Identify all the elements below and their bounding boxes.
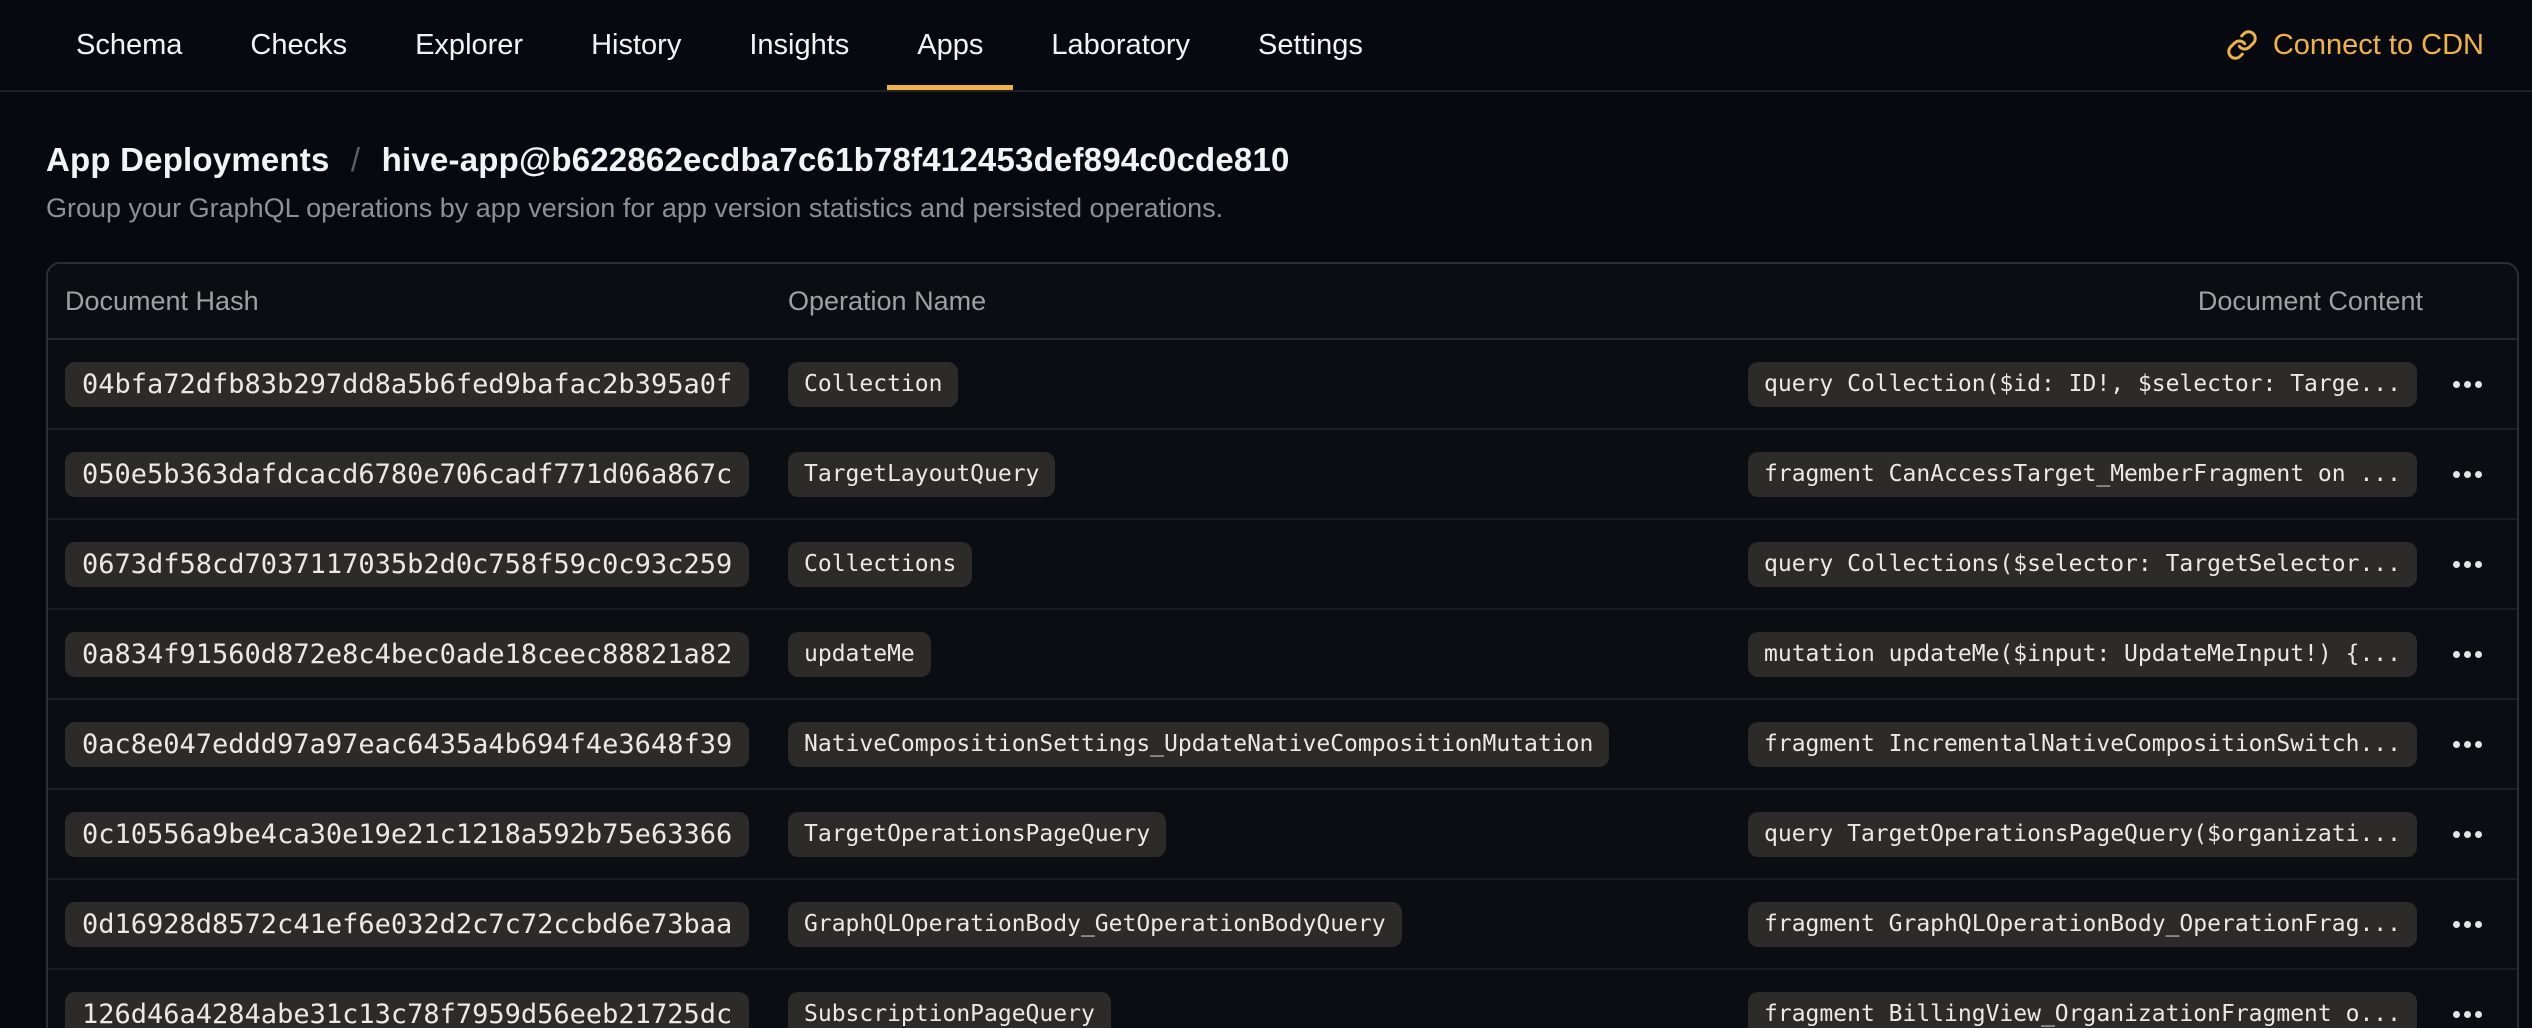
document-content-pill: fragment IncrementalNativeCompositionSwi… <box>1748 722 2417 767</box>
document-hash-cell: 0d16928d8572c41ef6e032d2c7c72ccbd6e73baa <box>65 902 788 947</box>
document-content-pill: query Collection($id: ID!, $selector: Ta… <box>1748 362 2417 407</box>
document-content-pill: fragment CanAccessTarget_MemberFragment … <box>1748 452 2417 497</box>
table-row: 126d46a4284abe31c13c78f7959d56eeb21725dc… <box>48 970 2517 1028</box>
row-actions-button[interactable] <box>2417 700 2517 788</box>
operation-name-pill: Collections <box>788 542 972 587</box>
operation-name-cell: GraphQLOperationBody_GetOperationBodyQue… <box>788 902 1748 947</box>
connect-to-cdn-link[interactable]: Connect to CDN <box>2226 0 2484 90</box>
table-row: 0d16928d8572c41ef6e032d2c7c72ccbd6e73baa… <box>48 880 2517 970</box>
table-row: 050e5b363dafdcacd6780e706cadf771d06a867c… <box>48 430 2517 520</box>
column-header-document-hash: Document Hash <box>65 286 788 317</box>
document-content-cell: fragment BillingView_OrganizationFragmen… <box>1748 992 2417 1028</box>
document-content-cell: query Collections($selector: TargetSelec… <box>1748 542 2417 587</box>
tab-insights[interactable]: Insights <box>719 0 879 90</box>
ellipsis-icon <box>2453 831 2482 838</box>
breadcrumb-separator: / <box>351 141 360 178</box>
operation-name-pill: GraphQLOperationBody_GetOperationBodyQue… <box>788 902 1402 947</box>
document-content-pill: fragment GraphQLOperationBody_OperationF… <box>1748 902 2417 947</box>
operation-name-cell: TargetLayoutQuery <box>788 452 1748 497</box>
document-content-cell: query TargetOperationsPageQuery($organiz… <box>1748 812 2417 857</box>
operation-name-pill: NativeCompositionSettings_UpdateNativeCo… <box>788 722 1609 767</box>
document-hash-cell: 050e5b363dafdcacd6780e706cadf771d06a867c <box>65 452 788 497</box>
nav-tabs: SchemaChecksExplorerHistoryInsightsAppsL… <box>0 0 1393 90</box>
document-hash-pill: 0ac8e047eddd97a97eac6435a4b694f4e3648f39 <box>65 722 749 767</box>
document-hash-pill: 04bfa72dfb83b297dd8a5b6fed9bafac2b395a0f <box>65 362 749 407</box>
ellipsis-icon <box>2453 651 2482 658</box>
document-hash-cell: 04bfa72dfb83b297dd8a5b6fed9bafac2b395a0f <box>65 362 788 407</box>
table-row: 0c10556a9be4ca30e19e21c1218a592b75e63366… <box>48 790 2517 880</box>
document-content-cell: fragment CanAccessTarget_MemberFragment … <box>1748 452 2417 497</box>
document-hash-cell: 0c10556a9be4ca30e19e21c1218a592b75e63366 <box>65 812 788 857</box>
operation-name-pill: Collection <box>788 362 958 407</box>
operation-name-pill: SubscriptionPageQuery <box>788 992 1111 1028</box>
tab-apps[interactable]: Apps <box>887 0 1013 90</box>
document-content-cell: fragment GraphQLOperationBody_OperationF… <box>1748 902 2417 947</box>
table-body: 04bfa72dfb83b297dd8a5b6fed9bafac2b395a0f… <box>48 340 2517 1028</box>
column-header-operation-name: Operation Name <box>788 286 2198 317</box>
table-row: 04bfa72dfb83b297dd8a5b6fed9bafac2b395a0f… <box>48 340 2517 430</box>
document-hash-pill: 0c10556a9be4ca30e19e21c1218a592b75e63366 <box>65 812 749 857</box>
ellipsis-icon <box>2453 381 2482 388</box>
row-actions-button[interactable] <box>2417 340 2517 428</box>
document-content-pill: mutation updateMe($input: UpdateMeInput!… <box>1748 632 2417 677</box>
row-actions-button[interactable] <box>2417 610 2517 698</box>
document-content-cell: fragment IncrementalNativeCompositionSwi… <box>1748 722 2417 767</box>
document-hash-pill: 0d16928d8572c41ef6e032d2c7c72ccbd6e73baa <box>65 902 749 947</box>
row-actions-button[interactable] <box>2417 970 2517 1028</box>
document-hash-cell: 0673df58cd7037117035b2d0c758f59c0c93c259 <box>65 542 788 587</box>
document-hash-cell: 0ac8e047eddd97a97eac6435a4b694f4e3648f39 <box>65 722 788 767</box>
operation-name-cell: NativeCompositionSettings_UpdateNativeCo… <box>788 722 1748 767</box>
document-content-pill: query TargetOperationsPageQuery($organiz… <box>1748 812 2417 857</box>
operation-name-pill: TargetLayoutQuery <box>788 452 1055 497</box>
table-row: 0673df58cd7037117035b2d0c758f59c0c93c259… <box>48 520 2517 610</box>
tab-settings[interactable]: Settings <box>1228 0 1393 90</box>
document-hash-pill: 050e5b363dafdcacd6780e706cadf771d06a867c <box>65 452 749 497</box>
document-hash-pill: 126d46a4284abe31c13c78f7959d56eeb21725dc <box>65 992 749 1028</box>
document-hash-pill: 0a834f91560d872e8c4bec0ade18ceec88821a82 <box>65 632 749 677</box>
page-title: App Deployments / hive-app@b622862ecdba7… <box>46 140 2532 180</box>
operation-name-cell: Collections <box>788 542 1748 587</box>
table-row: 0ac8e047eddd97a97eac6435a4b694f4e3648f39… <box>48 700 2517 790</box>
ellipsis-icon <box>2453 921 2482 928</box>
document-content-cell: query Collection($id: ID!, $selector: Ta… <box>1748 362 2417 407</box>
ellipsis-icon <box>2453 1011 2482 1018</box>
link-icon <box>2226 29 2258 61</box>
tab-schema[interactable]: Schema <box>46 0 212 90</box>
operation-name-cell: TargetOperationsPageQuery <box>788 812 1748 857</box>
deployments-table: Document Hash Operation Name Document Co… <box>46 262 2519 1028</box>
connect-to-cdn-label: Connect to CDN <box>2273 29 2484 62</box>
ellipsis-icon <box>2453 741 2482 748</box>
breadcrumb-section: App Deployments <box>46 141 330 178</box>
tab-history[interactable]: History <box>561 0 711 90</box>
page-subtitle: Group your GraphQL operations by app ver… <box>46 192 2532 224</box>
tab-explorer[interactable]: Explorer <box>385 0 553 90</box>
breadcrumb-app-name: hive-app@b622862ecdba7c61b78f412453def89… <box>382 141 1290 178</box>
row-actions-button[interactable] <box>2417 880 2517 968</box>
operation-name-cell: Collection <box>788 362 1748 407</box>
row-actions-button[interactable] <box>2417 520 2517 608</box>
document-content-cell: mutation updateMe($input: UpdateMeInput!… <box>1748 632 2417 677</box>
tab-checks[interactable]: Checks <box>220 0 377 90</box>
column-header-document-content: Document Content <box>2198 286 2517 317</box>
document-hash-cell: 0a834f91560d872e8c4bec0ade18ceec88821a82 <box>65 632 788 677</box>
document-hash-cell: 126d46a4284abe31c13c78f7959d56eeb21725dc <box>65 992 788 1028</box>
row-actions-button[interactable] <box>2417 790 2517 878</box>
top-nav: SchemaChecksExplorerHistoryInsightsAppsL… <box>0 0 2532 92</box>
document-hash-pill: 0673df58cd7037117035b2d0c758f59c0c93c259 <box>65 542 749 587</box>
row-actions-button[interactable] <box>2417 430 2517 518</box>
document-content-pill: fragment BillingView_OrganizationFragmen… <box>1748 992 2417 1028</box>
operation-name-cell: updateMe <box>788 632 1748 677</box>
ellipsis-icon <box>2453 561 2482 568</box>
ellipsis-icon <box>2453 471 2482 478</box>
document-content-pill: query Collections($selector: TargetSelec… <box>1748 542 2417 587</box>
table-header-row: Document Hash Operation Name Document Co… <box>48 264 2517 340</box>
operation-name-cell: SubscriptionPageQuery <box>788 992 1748 1028</box>
operation-name-pill: TargetOperationsPageQuery <box>788 812 1166 857</box>
table-row: 0a834f91560d872e8c4bec0ade18ceec88821a82… <box>48 610 2517 700</box>
app-deployments-page: App Deployments / hive-app@b622862ecdba7… <box>0 140 2532 1028</box>
tab-laboratory[interactable]: Laboratory <box>1021 0 1220 90</box>
operation-name-pill: updateMe <box>788 632 931 677</box>
